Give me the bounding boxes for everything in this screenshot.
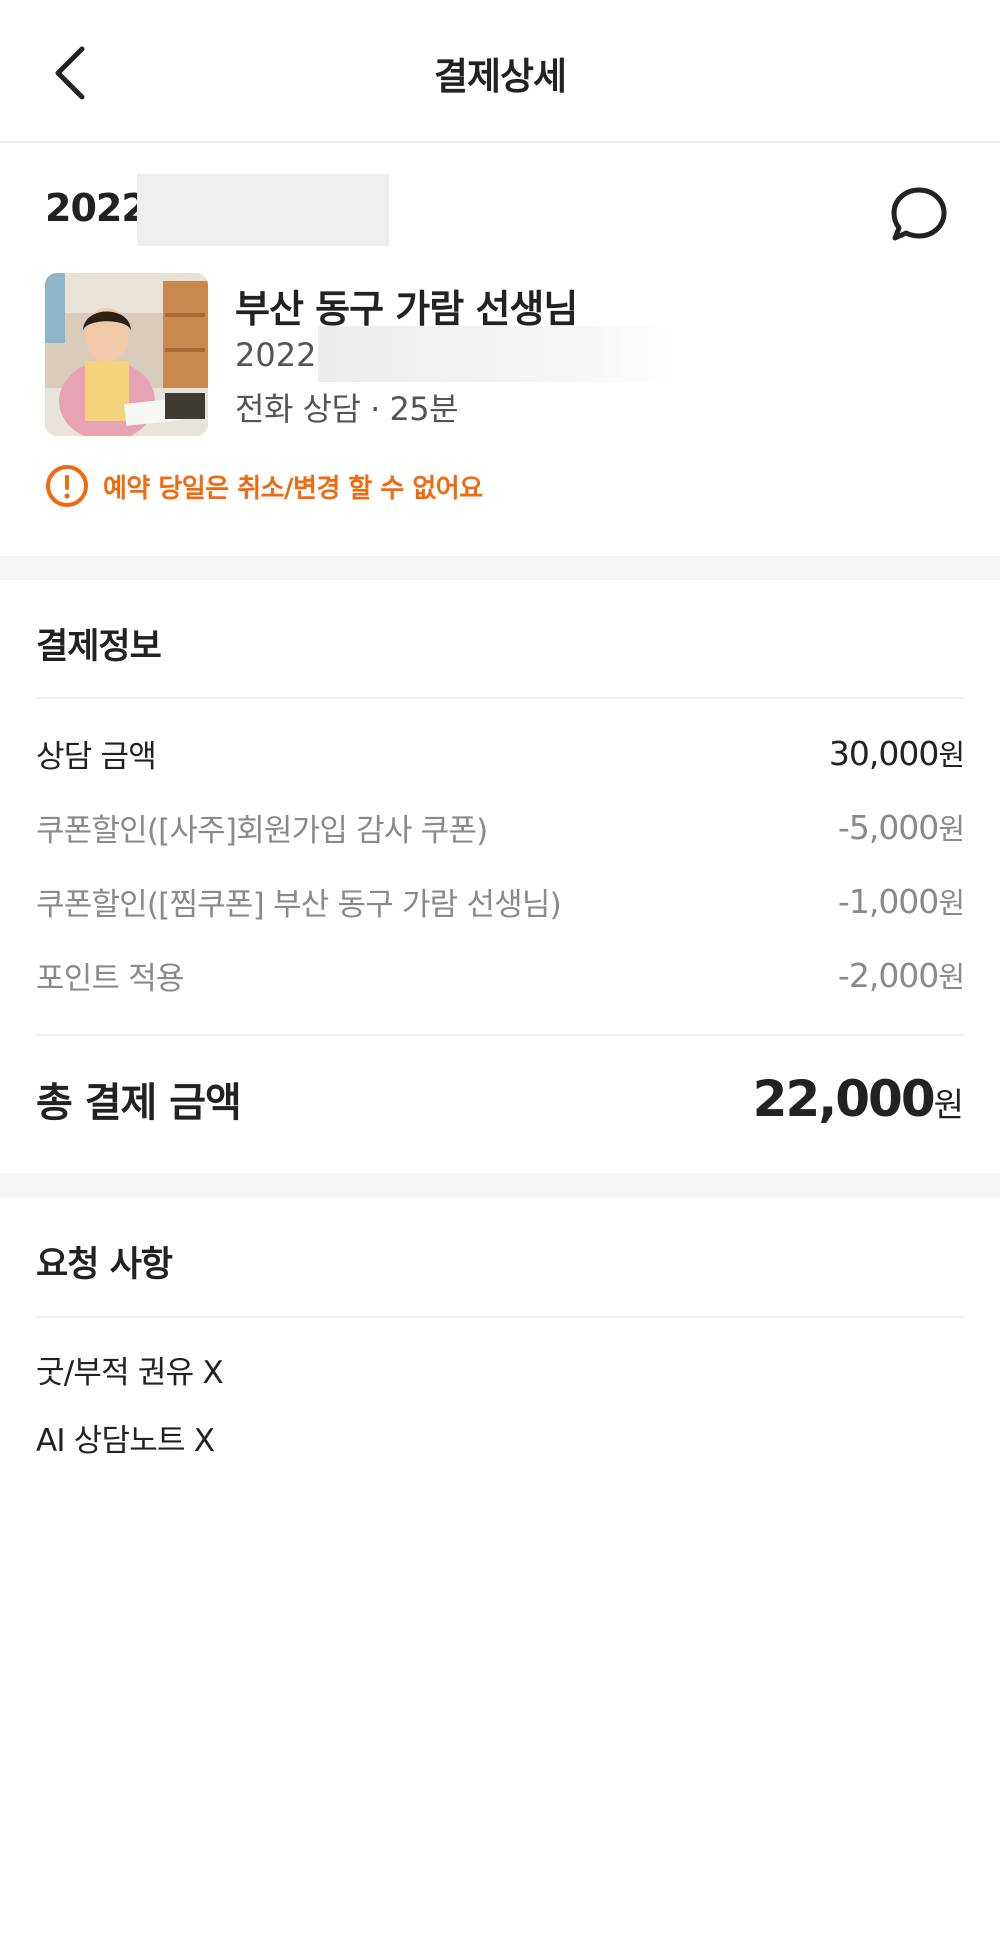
payment-row: 쿠폰할인([사주]회원가입 감사 쿠폰) -5,000원 bbox=[36, 802, 965, 852]
chat-button[interactable] bbox=[884, 180, 954, 250]
payment-row-amount: 30,000원 bbox=[828, 734, 965, 773]
header: 결제상세 bbox=[0, 0, 1000, 143]
divider bbox=[36, 697, 964, 699]
cancel-warning: 예약 당일은 취소/변경 할 수 없어요 bbox=[45, 462, 483, 510]
section-divider bbox=[0, 556, 1000, 580]
redacted-date-area bbox=[137, 174, 389, 246]
session-date: 2022. bbox=[235, 336, 327, 374]
redacted-session-date bbox=[318, 326, 678, 382]
session-type: 전화 상담 · 25분 bbox=[235, 390, 459, 428]
section-divider bbox=[0, 1173, 1000, 1197]
payment-row: 쿠폰할인([찜쿠폰] 부산 동구 가람 선생님) -1,000원 bbox=[36, 876, 965, 926]
page-title: 결제상세 bbox=[433, 55, 567, 98]
payment-row: 상담 금액 30,000원 bbox=[36, 728, 965, 778]
payment-row: 포인트 적용 -2,000원 bbox=[36, 950, 965, 1000]
payment-row-label: 상담 금액 bbox=[36, 738, 157, 775]
payment-row-label: 포인트 적용 bbox=[36, 960, 184, 997]
chat-bubble-icon bbox=[891, 187, 947, 241]
request-item: AI 상담노트 X bbox=[36, 1423, 215, 1459]
payment-row-amount: -5,000원 bbox=[837, 808, 965, 847]
payment-row-amount: -2,000원 bbox=[837, 956, 965, 995]
total-label: 총 결제 금액 bbox=[36, 1080, 242, 1126]
requests-section-title: 요청 사항 bbox=[36, 1245, 173, 1285]
divider bbox=[36, 1034, 964, 1036]
warning-text: 예약 당일은 취소/변경 할 수 없어요 bbox=[103, 473, 483, 504]
exclamation-circle-icon bbox=[45, 464, 89, 508]
payment-section-title: 결제정보 bbox=[36, 627, 162, 667]
payment-row-label: 쿠폰할인([사주]회원가입 감사 쿠폰) bbox=[36, 812, 488, 849]
teacher-avatar bbox=[45, 273, 208, 436]
request-item: 굿/부적 권유 X bbox=[36, 1355, 224, 1391]
total-amount: 22,000원 bbox=[752, 1070, 964, 1128]
divider bbox=[36, 1316, 964, 1318]
total-row: 총 결제 금액 22,000원 bbox=[36, 1064, 964, 1134]
teacher-name: 부산 동구 가람 선생님 bbox=[235, 287, 578, 331]
payment-row-amount: -1,000원 bbox=[837, 882, 965, 921]
payment-row-label: 쿠폰할인([찜쿠폰] 부산 동구 가람 선생님) bbox=[36, 886, 562, 923]
